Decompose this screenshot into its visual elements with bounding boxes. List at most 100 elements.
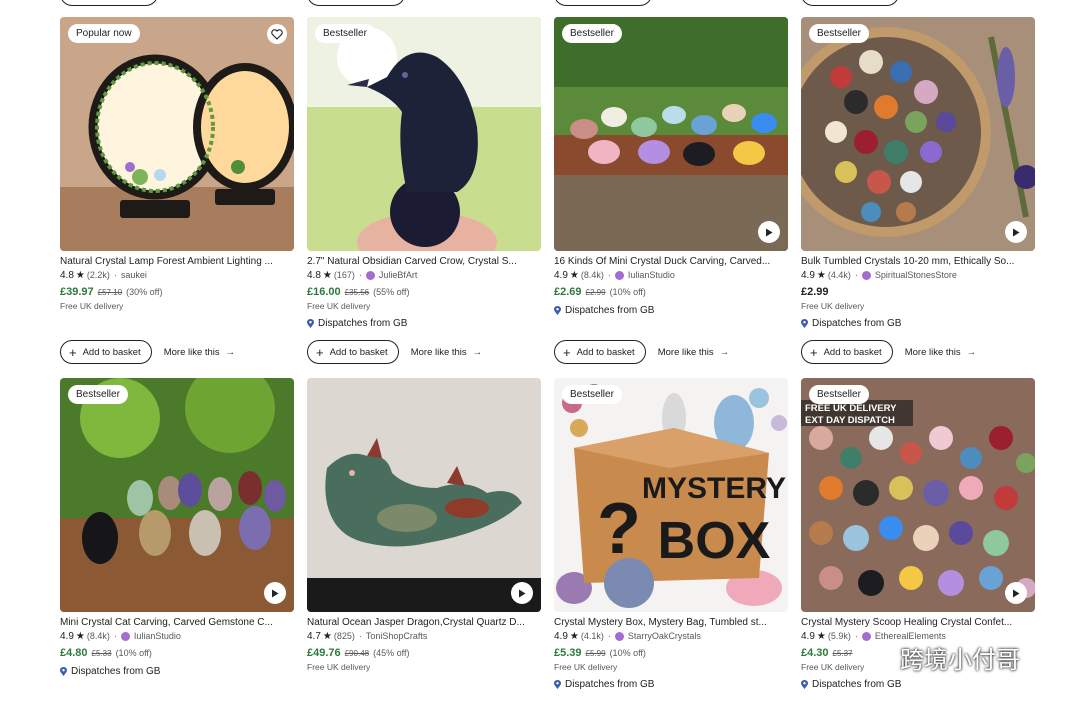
dispatch-row: Dispatches from GB bbox=[307, 318, 541, 329]
play-icon[interactable] bbox=[264, 582, 286, 604]
original-price: £90.48 bbox=[344, 649, 370, 658]
rating-row: 4.9 ★ (8.4k) · IulianStudio bbox=[554, 269, 788, 282]
card-actions: + Add to basket More like this → bbox=[801, 340, 976, 364]
discount-label: (30% off) bbox=[126, 287, 163, 297]
watermark: 跨境小付哥 bbox=[862, 640, 1020, 675]
product-card[interactable]: MYSTERY BOX ? Bestseller Crystal Mystery… bbox=[554, 378, 788, 690]
star-seller-icon bbox=[614, 271, 624, 280]
original-price: £5.37 bbox=[832, 649, 853, 658]
product-card[interactable]: Bestseller 16 Kinds Of Mini Crystal Duck… bbox=[554, 17, 788, 316]
dispatch-label: Dispatches from GB bbox=[318, 318, 408, 329]
review-count: (2.2k) bbox=[86, 270, 110, 280]
product-title[interactable]: Natural Ocean Jasper Dragon,Crystal Quar… bbox=[307, 616, 541, 630]
product-title[interactable]: Crystal Mystery Box, Mystery Bag, Tumble… bbox=[554, 616, 788, 630]
cut-off-button[interactable] bbox=[554, 0, 652, 6]
separator-dot: · bbox=[113, 631, 117, 641]
cut-off-button[interactable] bbox=[307, 0, 405, 6]
sale-price: £4.30 bbox=[801, 647, 829, 659]
add-to-basket-label: Add to basket bbox=[823, 346, 882, 358]
rating-row: 4.9 ★ (4.1k) · StarryOakCrystals bbox=[554, 630, 788, 643]
product-image[interactable]: Bestseller bbox=[801, 17, 1035, 251]
separator-dot: · bbox=[854, 631, 858, 641]
discount-label: (10% off) bbox=[115, 648, 152, 658]
cut-off-button[interactable] bbox=[60, 0, 158, 6]
add-to-basket-button[interactable]: + Add to basket bbox=[554, 340, 646, 364]
add-to-basket-label: Add to basket bbox=[329, 346, 388, 358]
map-pin-icon bbox=[60, 667, 67, 676]
separator-dot: · bbox=[607, 631, 611, 641]
star-seller-icon bbox=[861, 271, 871, 280]
play-icon[interactable] bbox=[511, 582, 533, 604]
product-card[interactable]: Bestseller Bulk Tumbled Crystals 10-20 m… bbox=[801, 17, 1035, 329]
product-image[interactable]: Popular now bbox=[60, 17, 294, 251]
add-to-basket-label: Add to basket bbox=[82, 346, 141, 358]
rating-value: 4.9 bbox=[554, 631, 568, 642]
product-image[interactable]: Bestseller bbox=[307, 17, 541, 251]
seller-name: IulianStudio bbox=[627, 270, 675, 280]
product-card[interactable]: Natural Ocean Jasper Dragon,Crystal Quar… bbox=[307, 378, 541, 674]
product-title[interactable]: 2.7" Natural Obsidian Carved Crow, Cryst… bbox=[307, 255, 541, 269]
product-card[interactable]: Bestseller 2.7" Natural Obsidian Carved … bbox=[307, 17, 541, 329]
map-pin-icon bbox=[801, 680, 808, 689]
product-badge: Bestseller bbox=[562, 385, 622, 404]
separator-dot: · bbox=[607, 270, 611, 280]
product-title[interactable]: Crystal Mystery Scoop Healing Crystal Co… bbox=[801, 616, 1035, 630]
product-image[interactable]: MYSTERY BOX ? Bestseller bbox=[554, 378, 788, 612]
star-seller-icon bbox=[365, 271, 375, 280]
rating-value: 4.7 bbox=[307, 631, 321, 642]
product-card[interactable]: Bestseller Mini Crystal Cat Carving, Car… bbox=[60, 378, 294, 677]
dispatch-row: Dispatches from GB bbox=[554, 679, 788, 690]
product-image[interactable]: FREE UK DELIVERY EXT DAY DISPATCH Bestse… bbox=[801, 378, 1035, 612]
star-icon: ★ bbox=[816, 631, 826, 642]
product-title[interactable]: Bulk Tumbled Crystals 10-20 mm, Ethicall… bbox=[801, 255, 1035, 269]
seller-name: saukei bbox=[120, 270, 147, 280]
delivery-label: Free UK delivery bbox=[801, 301, 865, 311]
play-icon[interactable] bbox=[1005, 582, 1027, 604]
star-icon: ★ bbox=[75, 270, 85, 281]
play-icon[interactable] bbox=[1005, 221, 1027, 243]
more-like-this-link[interactable]: More like this → bbox=[658, 347, 729, 358]
map-pin-icon bbox=[801, 319, 808, 328]
play-icon[interactable] bbox=[758, 221, 780, 243]
cats-photo bbox=[60, 378, 294, 612]
add-to-basket-button[interactable]: + Add to basket bbox=[60, 340, 152, 364]
dispatch-label: Dispatches from GB bbox=[71, 666, 161, 677]
delivery-label: Free UK delivery bbox=[554, 662, 618, 672]
promo-text-dispatch: EXT DAY DISPATCH bbox=[805, 415, 895, 426]
add-to-basket-button[interactable]: + Add to basket bbox=[801, 340, 893, 364]
plus-icon: + bbox=[316, 344, 324, 360]
rating-value: 4.8 bbox=[60, 270, 74, 281]
original-price: £2.99 bbox=[585, 288, 606, 297]
product-image[interactable]: Bestseller bbox=[554, 17, 788, 251]
price-row: £2.99 bbox=[801, 285, 1035, 300]
product-image[interactable] bbox=[307, 378, 541, 612]
box-text-question: ? bbox=[597, 489, 641, 569]
product-image[interactable]: Bestseller bbox=[60, 378, 294, 612]
star-icon: ★ bbox=[75, 631, 85, 642]
dispatch-label: Dispatches from GB bbox=[812, 679, 902, 690]
product-title[interactable]: Natural Crystal Lamp Forest Ambient Ligh… bbox=[60, 255, 294, 269]
star-seller-icon bbox=[120, 632, 130, 641]
arrow-right-icon: → bbox=[225, 346, 236, 358]
sale-price: £2.69 bbox=[554, 286, 582, 298]
plus-icon: + bbox=[69, 344, 77, 360]
product-badge: Bestseller bbox=[562, 24, 622, 43]
more-like-this-link[interactable]: More like this → bbox=[411, 347, 482, 358]
cut-off-button[interactable] bbox=[801, 0, 899, 6]
watermark-text: 跨境小付哥 bbox=[900, 646, 1020, 674]
product-title[interactable]: 16 Kinds Of Mini Crystal Duck Carving, C… bbox=[554, 255, 788, 269]
add-to-basket-button[interactable]: + Add to basket bbox=[307, 340, 399, 364]
separator-dot: · bbox=[113, 270, 117, 280]
product-title[interactable]: Mini Crystal Cat Carving, Carved Gemston… bbox=[60, 616, 294, 630]
separator-dot: · bbox=[358, 270, 362, 280]
seller-name: IulianStudio bbox=[133, 631, 181, 641]
heart-icon[interactable] bbox=[267, 24, 287, 44]
original-price: £5.33 bbox=[91, 649, 112, 658]
more-like-this-link[interactable]: More like this → bbox=[164, 347, 235, 358]
more-like-this-link[interactable]: More like this → bbox=[905, 347, 976, 358]
product-card[interactable]: Popular now Natural Crystal Lamp Forest … bbox=[60, 17, 294, 313]
sale-price: £39.97 bbox=[60, 286, 94, 298]
star-icon: ★ bbox=[569, 631, 579, 642]
mystery-box-photo: MYSTERY BOX ? bbox=[554, 378, 788, 612]
rating-value: 4.9 bbox=[554, 270, 568, 281]
